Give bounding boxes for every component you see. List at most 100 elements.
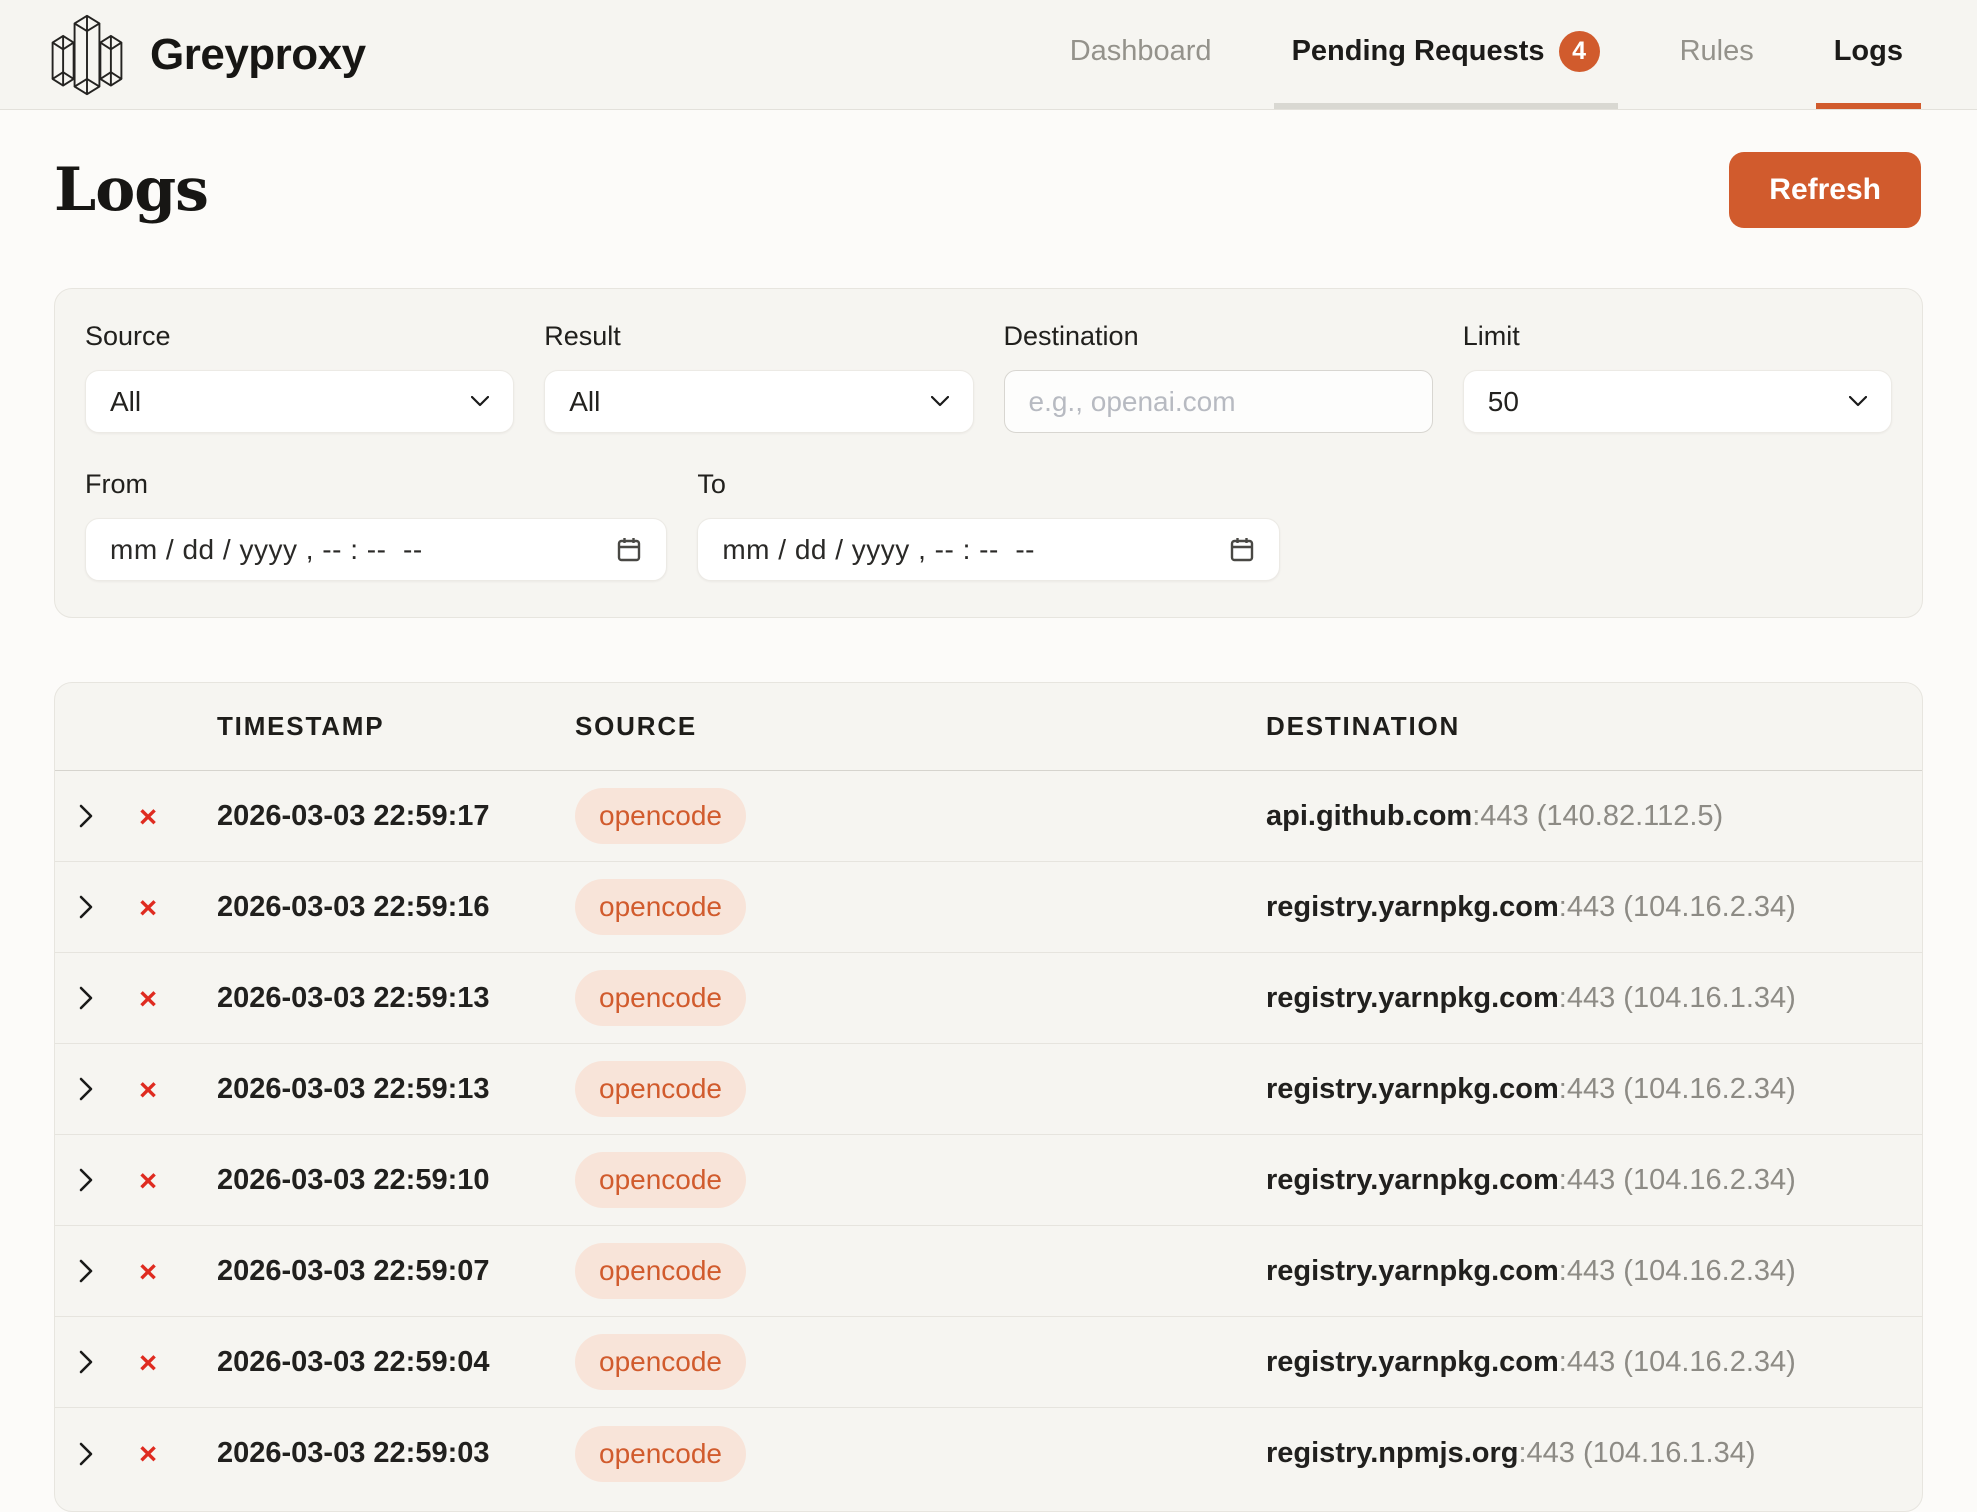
delete-x-icon[interactable]: ×	[139, 983, 217, 1014]
tab-pending-requests[interactable]: Pending Requests 4	[1274, 0, 1618, 109]
table-row: × 2026-03-03 22:59:16 opencode registry.…	[55, 862, 1922, 953]
source-badge: opencode	[575, 1243, 746, 1299]
filter-result: Result All	[544, 321, 973, 433]
logs-table: TIMESTAMP SOURCE DESTINATION × 2026-03-0…	[54, 682, 1923, 1512]
timestamp-cell: 2026-03-03 22:59:17	[217, 800, 575, 833]
source-cell: opencode	[575, 1152, 1266, 1208]
timestamp-cell: 2026-03-03 22:59:07	[217, 1255, 575, 1288]
source-cell: opencode	[575, 1243, 1266, 1299]
destination-input[interactable]	[1004, 370, 1433, 433]
limit-label: Limit	[1463, 321, 1892, 352]
destination-host: registry.yarnpkg.com	[1266, 891, 1559, 923]
destination-cell: registry.yarnpkg.com:443 (104.16.2.34)	[1266, 1346, 1898, 1379]
tab-dashboard[interactable]: Dashboard	[1052, 0, 1230, 109]
brand: Greyproxy	[44, 0, 366, 109]
source-select[interactable]: All	[85, 370, 514, 433]
timestamp-cell: 2026-03-03 22:59:13	[217, 1073, 575, 1106]
expand-chevron-icon[interactable]	[79, 1258, 139, 1284]
destination-port-ip: :443 (104.16.1.34)	[1559, 982, 1796, 1014]
from-datetime-value: mm / dd / yyyy , -- : -- --	[110, 534, 423, 566]
source-badge: opencode	[575, 788, 746, 844]
filter-source: Source All	[85, 321, 514, 433]
expand-chevron-icon[interactable]	[79, 894, 139, 920]
expand-chevron-icon[interactable]	[79, 803, 139, 829]
delete-x-icon[interactable]: ×	[139, 1074, 217, 1105]
destination-host: registry.yarnpkg.com	[1266, 1073, 1559, 1105]
destination-port-ip: :443 (104.16.1.34)	[1518, 1437, 1755, 1469]
destination-host: registry.yarnpkg.com	[1266, 1255, 1559, 1287]
result-select-value: All	[569, 386, 600, 418]
destination-cell: registry.yarnpkg.com:443 (104.16.2.34)	[1266, 1073, 1898, 1106]
filter-to: To mm / dd / yyyy , -- : -- --	[697, 469, 1279, 581]
destination-port-ip: :443 (104.16.2.34)	[1559, 1255, 1796, 1287]
tab-pending-requests-label: Pending Requests	[1292, 35, 1545, 68]
destination-port-ip: :443 (104.16.2.34)	[1559, 1164, 1796, 1196]
table-header-row: TIMESTAMP SOURCE DESTINATION	[55, 683, 1922, 771]
timestamp-cell: 2026-03-03 22:59:16	[217, 891, 575, 924]
delete-x-icon[interactable]: ×	[139, 892, 217, 923]
limit-select[interactable]: 50	[1463, 370, 1892, 433]
greyproxy-logo-icon	[44, 11, 130, 99]
expand-chevron-icon[interactable]	[79, 1441, 139, 1467]
delete-x-icon[interactable]: ×	[139, 801, 217, 832]
destination-host: registry.yarnpkg.com	[1266, 1346, 1559, 1378]
source-badge: opencode	[575, 1426, 746, 1482]
app-header: Greyproxy Dashboard Pending Requests 4 R…	[0, 0, 1977, 110]
source-badge: opencode	[575, 879, 746, 935]
delete-x-icon[interactable]: ×	[139, 1165, 217, 1196]
expand-chevron-icon[interactable]	[79, 1167, 139, 1193]
table-row: × 2026-03-03 22:59:17 opencode api.githu…	[55, 771, 1922, 862]
table-row: × 2026-03-03 22:59:03 opencode registry.…	[55, 1408, 1922, 1499]
chevron-down-icon	[931, 396, 949, 407]
destination-label: Destination	[1004, 321, 1433, 352]
tab-rules[interactable]: Rules	[1662, 0, 1772, 109]
destination-port-ip: :443 (104.16.2.34)	[1559, 891, 1796, 923]
timestamp-cell: 2026-03-03 22:59:03	[217, 1437, 575, 1470]
source-cell: opencode	[575, 788, 1266, 844]
filter-destination: Destination	[1004, 321, 1433, 433]
col-timestamp: TIMESTAMP	[217, 711, 575, 742]
filter-from: From mm / dd / yyyy , -- : -- --	[85, 469, 667, 581]
result-select[interactable]: All	[544, 370, 973, 433]
table-row: × 2026-03-03 22:59:07 opencode registry.…	[55, 1226, 1922, 1317]
destination-host: registry.npmjs.org	[1266, 1437, 1518, 1469]
destination-cell: registry.yarnpkg.com:443 (104.16.2.34)	[1266, 1164, 1898, 1197]
table-row: × 2026-03-03 22:59:13 opencode registry.…	[55, 1044, 1922, 1135]
expand-chevron-icon[interactable]	[79, 1076, 139, 1102]
timestamp-cell: 2026-03-03 22:59:04	[217, 1346, 575, 1379]
delete-x-icon[interactable]: ×	[139, 1438, 217, 1469]
calendar-icon[interactable]	[616, 536, 642, 564]
delete-x-icon[interactable]: ×	[139, 1256, 217, 1287]
timestamp-cell: 2026-03-03 22:59:13	[217, 982, 575, 1015]
source-cell: opencode	[575, 879, 1266, 935]
source-badge: opencode	[575, 1061, 746, 1117]
table-row: × 2026-03-03 22:59:13 opencode registry.…	[55, 953, 1922, 1044]
expand-chevron-icon[interactable]	[79, 1349, 139, 1375]
col-source: SOURCE	[575, 711, 1266, 742]
filter-limit: Limit 50	[1463, 321, 1892, 433]
destination-cell: api.github.com:443 (140.82.112.5)	[1266, 800, 1898, 833]
chevron-down-icon	[471, 396, 489, 407]
col-destination: DESTINATION	[1266, 711, 1898, 742]
to-datetime-input[interactable]: mm / dd / yyyy , -- : -- --	[697, 518, 1279, 581]
page-title: Logs	[54, 155, 208, 225]
source-badge: opencode	[575, 970, 746, 1026]
source-badge: opencode	[575, 1334, 746, 1390]
from-label: From	[85, 469, 667, 500]
result-label: Result	[544, 321, 973, 352]
to-label: To	[697, 469, 1279, 500]
brand-name: Greyproxy	[150, 30, 366, 80]
from-datetime-input[interactable]: mm / dd / yyyy , -- : -- --	[85, 518, 667, 581]
destination-host: api.github.com	[1266, 800, 1472, 832]
chevron-down-icon	[1849, 396, 1867, 407]
delete-x-icon[interactable]: ×	[139, 1347, 217, 1378]
source-select-value: All	[110, 386, 141, 418]
calendar-icon[interactable]	[1229, 536, 1255, 564]
destination-host: registry.yarnpkg.com	[1266, 982, 1559, 1014]
source-cell: opencode	[575, 970, 1266, 1026]
tab-logs[interactable]: Logs	[1816, 0, 1921, 109]
expand-chevron-icon[interactable]	[79, 985, 139, 1011]
refresh-button[interactable]: Refresh	[1729, 152, 1921, 228]
pending-count-badge: 4	[1559, 31, 1600, 72]
limit-select-value: 50	[1488, 386, 1519, 418]
